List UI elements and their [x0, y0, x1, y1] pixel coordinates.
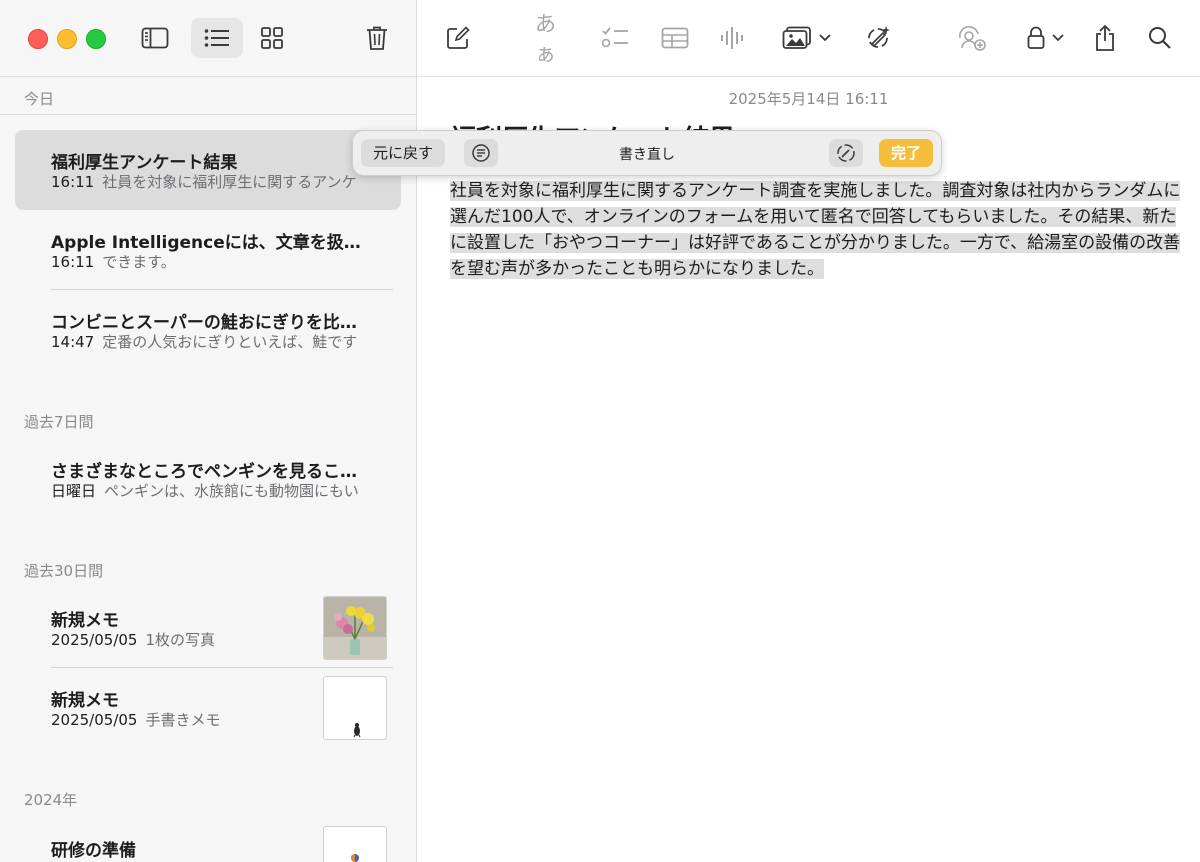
collaborate-button[interactable] — [955, 22, 989, 54]
delete-button[interactable] — [351, 18, 403, 58]
collaborate-icon — [958, 25, 986, 51]
search-button[interactable] — [1143, 22, 1177, 54]
note-time: 16:11 — [51, 173, 95, 191]
photo-thumbnail — [323, 596, 387, 660]
note-meta: 16:11 社員を対象に福利厚生に関するアンケ — [51, 171, 373, 192]
sidebar: 今日 福利厚生アンケート結果 16:11 社員を対象に福利厚生に関するアンケ Ap… — [0, 0, 417, 862]
note-time: 16:11 — [51, 253, 95, 271]
waveform-icon — [721, 27, 743, 49]
checklist-icon — [601, 27, 628, 48]
search-icon — [1149, 27, 1171, 49]
writing-tools-bar: 元に戻す 書き直し 完了 — [352, 130, 942, 176]
new-note-button[interactable] — [441, 22, 475, 54]
share-icon — [1096, 24, 1114, 51]
sphere-image — [351, 854, 359, 862]
note-preview: 社員を対象に福利厚生に関するアンケ — [102, 173, 357, 191]
minimize-window-button[interactable] — [57, 29, 77, 49]
note-item[interactable]: 研修の準備 — [15, 818, 401, 862]
audio-recording-button[interactable] — [716, 22, 750, 54]
note-preview: 1枚の写真 — [145, 631, 216, 649]
list-view-button[interactable] — [191, 18, 243, 58]
writing-tools-icon — [868, 26, 890, 48]
note-date: 2025年5月14日 16:11 — [728, 90, 889, 108]
note-meta: 14:47 定番の人気おにぎりといえば、鮭です — [51, 331, 373, 352]
rewrite-again-button[interactable] — [829, 139, 863, 167]
note-preview: 手書きメモ — [145, 711, 221, 729]
share-button[interactable] — [1088, 22, 1122, 54]
note-item[interactable]: Apple Intelligenceには、文章を扱… 16:11 できます。 — [15, 210, 401, 290]
compose-icon — [447, 26, 470, 49]
note-title: さまざまなところでペンギンを見るこ… — [51, 462, 357, 482]
chevron-down-icon — [1052, 34, 1064, 42]
toggle-sidebar-button[interactable] — [129, 18, 181, 58]
note-title: 新規メモ — [51, 691, 119, 711]
handwriting-thumbnail — [323, 676, 387, 740]
section-header-2024: 2024年 — [24, 791, 78, 809]
sidebar-toolbar — [0, 0, 416, 77]
note-title: 研修の準備 — [51, 841, 136, 861]
chevron-down-icon — [819, 34, 831, 42]
note-item[interactable]: 福利厚生アンケート結果 16:11 社員を対象に福利厚生に関するアンケ — [15, 130, 401, 210]
note-title: Apple Intelligenceには、文章を扱… — [51, 233, 361, 253]
note-title: 新規メモ — [51, 611, 119, 631]
section-header-last-7-days: 過去7日間 — [24, 413, 94, 431]
note-time: 14:47 — [51, 333, 95, 351]
lock-button[interactable] — [1021, 22, 1071, 54]
lock-icon — [1027, 26, 1045, 49]
note-item[interactable]: さまざまなところでペンギンを見るこ… 日曜日 ペンギンは、水族館にも動物園にもい — [15, 439, 401, 519]
note-meta: 16:11 できます。 — [51, 251, 373, 272]
note-preview: 定番の人気おにぎりといえば、鮭です — [102, 333, 358, 351]
note-item[interactable]: 新規メモ 2025/05/05 1枚の写真 — [15, 588, 401, 668]
penguin-sketch-icon — [353, 723, 361, 738]
close-window-button[interactable] — [28, 29, 48, 49]
note-title: コンビニとスーパーの鮭おにぎりを比… — [51, 313, 357, 333]
selected-text[interactable]: 社員を対象に福利厚生に関するアンケート調査を実施しました。調査対象は社内からラン… — [450, 181, 1181, 279]
section-divider — [0, 114, 416, 115]
note-thumbnail — [323, 826, 387, 862]
note-preview: ペンギンは、水族館にも動物園にもい — [104, 482, 359, 500]
note-meta: 2025/05/05 1枚の写真 — [51, 629, 301, 650]
rewrite-icon — [837, 144, 855, 162]
media-button[interactable] — [777, 22, 837, 54]
note-time: 2025/05/05 — [51, 711, 138, 729]
note-item[interactable]: コンビニとスーパーの鮭おにぎりを比… 14:47 定番の人気おにぎりといえば、鮭で… — [15, 290, 401, 370]
note-meta: 2025/05/05 手書きメモ — [51, 709, 301, 730]
table-button[interactable] — [658, 22, 692, 54]
flowers-image — [324, 597, 386, 659]
section-header-today: 今日 — [24, 90, 55, 108]
zoom-window-button[interactable] — [86, 29, 106, 49]
editor-toolbar: あぁ — [417, 0, 1200, 77]
note-preview: できます。 — [102, 253, 176, 271]
note-meta: 日曜日 ペンギンは、水族館にも動物園にもい — [51, 480, 373, 501]
trash-icon — [367, 26, 387, 50]
table-icon — [661, 27, 689, 49]
note-body[interactable]: 社員を対象に福利厚生に関するアンケート調査を実施しました。調査対象は社内からラン… — [450, 178, 1184, 282]
list-icon — [204, 29, 229, 47]
checklist-button[interactable] — [598, 22, 632, 54]
grid-icon — [261, 27, 283, 49]
section-header-last-30-days: 過去30日間 — [24, 562, 104, 580]
writing-tools-button[interactable] — [861, 22, 895, 54]
sidebar-icon — [141, 27, 169, 49]
done-button[interactable]: 完了 — [878, 139, 933, 167]
format-button[interactable]: あぁ — [535, 12, 575, 66]
gallery-view-button[interactable] — [246, 18, 298, 58]
note-time: 2025/05/05 — [51, 631, 138, 649]
photo-icon — [782, 26, 811, 49]
note-item[interactable]: 新規メモ 2025/05/05 手書きメモ — [15, 668, 401, 748]
note-title: 福利厚生アンケート結果 — [51, 153, 238, 173]
note-time: 日曜日 — [51, 482, 97, 500]
notes-window: 今日 福利厚生アンケート結果 16:11 社員を対象に福利厚生に関するアンケ Ap… — [0, 0, 1200, 862]
